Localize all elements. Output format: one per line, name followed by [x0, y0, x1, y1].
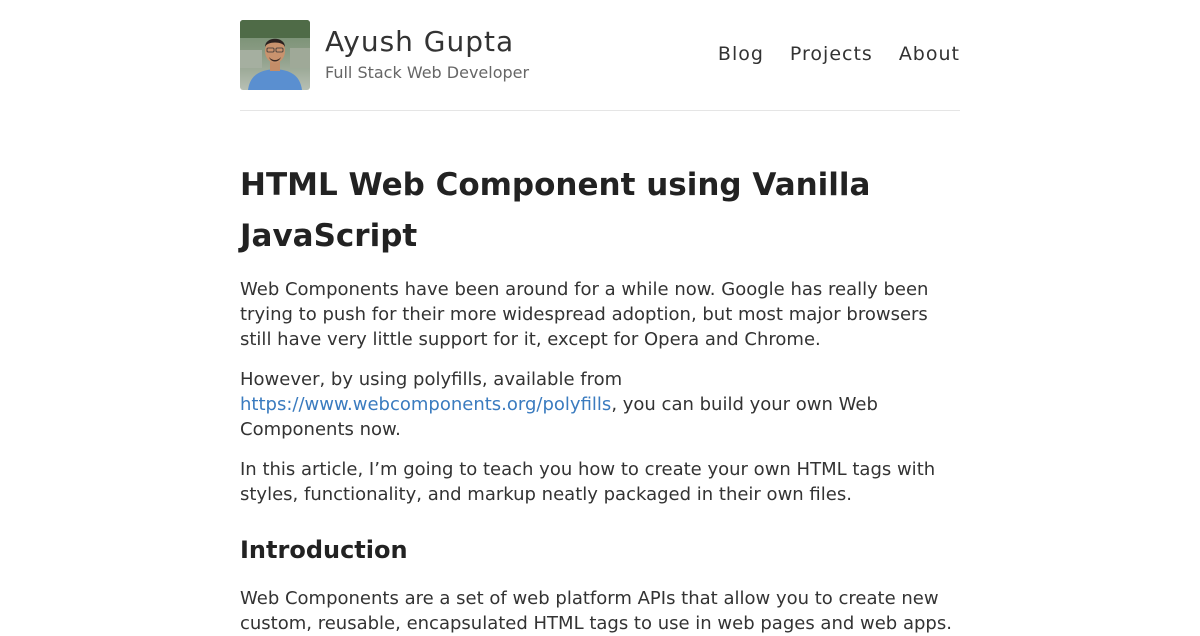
polyfills-link[interactable]: https://www.webcomponents.org/polyfills [240, 394, 611, 415]
nav-blog-link[interactable]: Blog [718, 43, 764, 65]
site-tagline: Full Stack Web Developer [325, 63, 530, 82]
post-paragraph: Web Components are a set of web platform… [240, 588, 952, 634]
post-paragraph: Web Components have been around for a wh… [240, 279, 929, 350]
post-paragraph: In this article, I’m going to teach you … [240, 459, 936, 505]
paragraph-text: However, by using polyfills, available f… [240, 369, 623, 390]
nav-projects-link[interactable]: Projects [790, 43, 873, 65]
post-title: HTML Web Component using Vanilla JavaScr… [240, 167, 871, 254]
main-nav: Blog Projects About [718, 43, 960, 65]
site-title[interactable]: Ayush Gupta [325, 25, 514, 58]
section-heading-introduction: Introduction [240, 536, 408, 564]
page-container: Ayush Gupta Full Stack Web Developer Blo… [240, 0, 960, 634]
post-paragraph: However, by using polyfills, available f… [240, 367, 960, 442]
nav-about-link[interactable]: About [899, 43, 960, 65]
site-header: Ayush Gupta Full Stack Web Developer Blo… [240, 0, 960, 111]
avatar[interactable] [240, 20, 310, 90]
avatar-photo [240, 20, 310, 90]
